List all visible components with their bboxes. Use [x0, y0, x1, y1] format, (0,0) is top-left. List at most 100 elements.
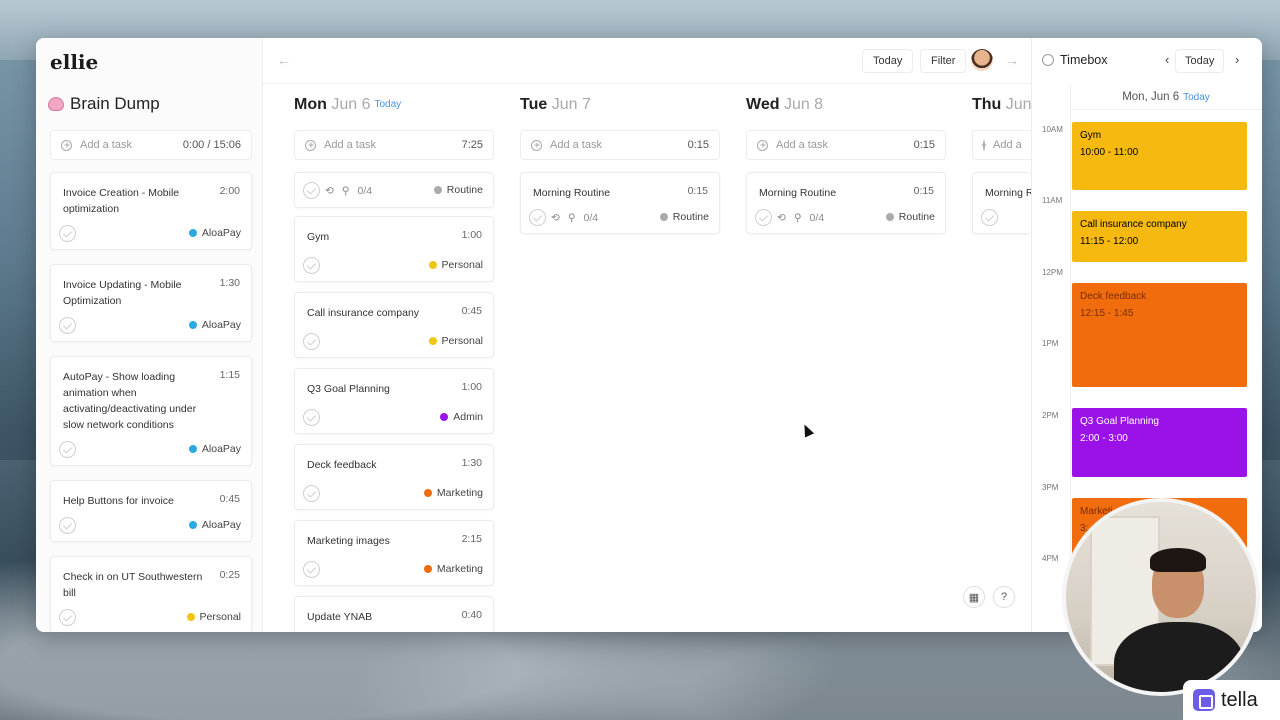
check-icon[interactable]: [59, 225, 76, 242]
task-tag: Marketing: [423, 487, 483, 499]
hour-label: 4PM: [1042, 554, 1059, 563]
task-tag: Routine: [433, 184, 483, 196]
add-task-placeholder: Add a task: [776, 139, 828, 151]
task-name: Call insurance company: [307, 307, 420, 319]
task-name: Invoice Updating - Mobile Optimization: [63, 279, 182, 307]
task-card[interactable]: Deck feedback 1:30 Marketing: [294, 444, 494, 510]
timebox-event[interactable]: Gym 10:00 - 11:00: [1072, 122, 1247, 190]
thu-add-task[interactable]: Add a: [972, 130, 1031, 160]
check-icon[interactable]: [303, 561, 320, 578]
tue-add-task[interactable]: Add a task 0:15: [520, 130, 720, 160]
timebox-today-button[interactable]: Today: [1175, 49, 1225, 73]
check-icon[interactable]: [303, 409, 320, 426]
arrow-left-icon[interactable]: ←: [277, 52, 291, 68]
task-duration: 0:45: [461, 305, 482, 317]
event-name: Gym: [1080, 130, 1102, 141]
hour-label: 1PM: [1042, 339, 1059, 348]
hour-label: 2PM: [1042, 411, 1059, 420]
task-name: Morning Routine: [533, 187, 611, 199]
filter-button[interactable]: Filter: [920, 49, 967, 73]
task-card[interactable]: AutoPay - Show loading animation when ac…: [50, 356, 252, 466]
add-task-placeholder: Add a task: [324, 139, 376, 151]
task-card[interactable]: Morning R: [972, 172, 1031, 234]
task-name: Gym: [307, 231, 330, 243]
subtask-count: ⟲ ⚲ 0/4: [325, 185, 373, 197]
task-card[interactable]: Update YNAB 0:40: [294, 596, 494, 632]
check-icon[interactable]: [59, 609, 76, 626]
check-icon[interactable]: [303, 333, 320, 350]
task-name: Morning Routine: [759, 187, 837, 199]
brain-dump-add-task[interactable]: Add a task 0:00 / 15:06: [50, 130, 252, 160]
tella-brand-text: tella: [1221, 688, 1258, 711]
add-icon: [61, 139, 72, 151]
webcam-overlay: [1062, 498, 1260, 696]
check-icon[interactable]: [303, 485, 320, 502]
routine-card[interactable]: ⟲ ⚲ 0/4 Routine: [294, 172, 494, 208]
task-tag: AloaPay: [188, 227, 241, 239]
event-name: Q3 Goal Planning: [1080, 416, 1159, 427]
add-icon: [983, 139, 985, 151]
task-duration: 0:25: [219, 569, 240, 581]
task-card[interactable]: Morning Routine 0:15 ⟲ ⚲ 0/4 Routine: [520, 172, 720, 234]
check-icon[interactable]: [529, 209, 546, 226]
task-duration: 0:45: [219, 493, 240, 505]
check-icon[interactable]: [303, 257, 320, 274]
task-duration: 1:30: [461, 457, 482, 469]
add-task-placeholder: Add a task: [80, 139, 132, 151]
task-card[interactable]: Gym 1:00 Personal: [294, 216, 494, 282]
add-icon: [531, 139, 542, 151]
chevron-left-icon[interactable]: ‹: [1165, 52, 1169, 67]
today-button[interactable]: Today: [862, 49, 914, 73]
timebox-event[interactable]: Deck feedback 12:15 - 1:45: [1072, 283, 1247, 387]
day-header-mon: Mon Jun 6 Today: [294, 96, 402, 113]
wed-add-task[interactable]: Add a task 0:15: [746, 130, 946, 160]
check-icon[interactable]: [755, 209, 772, 226]
task-tag: AloaPay: [188, 319, 241, 331]
task-tag: AloaPay: [188, 443, 241, 455]
task-card[interactable]: Call insurance company 0:45 Personal: [294, 292, 494, 358]
check-icon[interactable]: [981, 209, 998, 226]
timebox-event[interactable]: Q3 Goal Planning 2:00 - 3:00: [1072, 408, 1247, 477]
tag-dot: [428, 337, 437, 345]
tag-dot: [186, 613, 195, 621]
task-name: AutoPay - Show loading animation when ac…: [63, 371, 197, 431]
avatar[interactable]: [971, 49, 993, 71]
arrow-right-icon[interactable]: →: [1005, 52, 1019, 68]
check-icon[interactable]: [59, 441, 76, 458]
task-card[interactable]: Marketing images 2:15 Marketing: [294, 520, 494, 586]
timebox-title: Timebox: [1042, 53, 1107, 67]
timebox-date: Mon, Jun 6 Today: [1070, 84, 1262, 110]
task-card[interactable]: Invoice Updating - Mobile Optimization 1…: [50, 264, 252, 342]
task-card[interactable]: Invoice Creation - Mobile optimization 2…: [50, 172, 252, 250]
add-icon: [305, 139, 316, 151]
task-duration: 1:30: [219, 277, 240, 289]
task-card[interactable]: Check in on UT Southwestern bill 0:25 Pe…: [50, 556, 252, 632]
chevron-right-icon[interactable]: ›: [1235, 52, 1239, 67]
check-icon[interactable]: [59, 517, 76, 534]
timebox-gutter-line: [1070, 84, 1071, 632]
top-toolbar: ← Today Filter →: [263, 38, 1031, 84]
check-icon[interactable]: [303, 182, 320, 199]
help-icon[interactable]: ?: [993, 586, 1015, 608]
calendar-icon[interactable]: ▦: [963, 586, 985, 608]
event-name: Deck feedback: [1080, 291, 1147, 302]
day-header-thu: Thu Jun: [972, 96, 1032, 113]
day-header-wed: Wed Jun 8: [746, 96, 824, 113]
task-tag: Routine: [885, 211, 935, 223]
task-card[interactable]: Help Buttons for invoice 0:45 AloaPay: [50, 480, 252, 542]
mon-add-task[interactable]: Add a task 7:25: [294, 130, 494, 160]
task-card[interactable]: Q3 Goal Planning 1:00 Admin: [294, 368, 494, 434]
timebox-event[interactable]: Call insurance company 11:15 - 12:00: [1072, 211, 1247, 262]
day-header-tue: Tue Jun 7: [520, 96, 591, 113]
day-total-time: 0:15: [913, 139, 935, 151]
tag-dot: [428, 261, 437, 269]
task-name: Check in on UT Southwestern bill: [63, 571, 203, 599]
tag-dot: [433, 186, 442, 194]
task-name: Help Buttons for invoice: [63, 495, 174, 507]
hour-label: 3PM: [1042, 483, 1059, 492]
check-icon[interactable]: [59, 317, 76, 334]
task-name: Deck feedback: [307, 459, 377, 471]
task-tag: Personal: [428, 335, 483, 347]
task-card[interactable]: Morning Routine 0:15 ⟲ ⚲ 0/4 Routine: [746, 172, 946, 234]
task-duration: 0:15: [913, 185, 934, 197]
